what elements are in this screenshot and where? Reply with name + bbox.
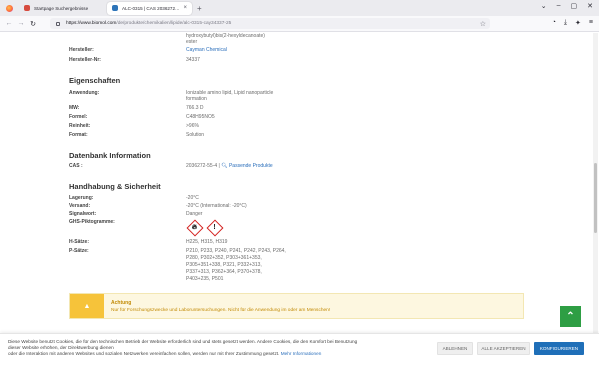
decline-cookies-button[interactable]: ABLEHNEN (437, 342, 473, 355)
shipping-value: -20°C (International: -20°C) (186, 203, 247, 209)
cookie-text-line2: dieser Website erhöhen, der Direktwerbun… (8, 345, 114, 351)
scroll-to-top-button[interactable]: ⌃ (560, 306, 581, 327)
database-heading: Datenbank Information (69, 151, 151, 160)
download-icon[interactable]: ⤓ (564, 19, 567, 27)
minimize-icon[interactable]: – (557, 2, 561, 10)
manufacturer-label: Hersteller: (69, 47, 94, 53)
url-bar[interactable]: https://www.biomol.com/de/produkte/chemi… (50, 18, 490, 29)
new-tab-icon[interactable]: + (197, 4, 202, 13)
back-icon[interactable]: ← (3, 20, 15, 27)
lock-icon (56, 21, 60, 26)
mw-label: MW: (69, 105, 80, 111)
url-host: https://www.biomol.com (66, 21, 117, 26)
search-icon: 🔍︎ (221, 163, 228, 169)
accept-all-cookies-button[interactable]: ALLE AKZEPTIEREN (477, 342, 530, 355)
warning-icon: ▲ (70, 294, 104, 318)
configure-cookies-button[interactable]: KONFIGURIEREN (534, 342, 584, 355)
research-warning-box: ▲ Achtung Nur für Forschungszwecke und L… (69, 293, 524, 319)
app-menu-icon[interactable]: ≡ (589, 19, 593, 27)
tab-biomol[interactable]: ALC-0315 | CAS 2036272-55-4 | ... × (107, 1, 192, 15)
close-tab-icon[interactable]: × (183, 5, 187, 11)
page-scrollbar[interactable] (593, 33, 598, 333)
cas-number: 2036272-55-4 | (186, 163, 220, 169)
storage-value: -20°C (186, 195, 199, 201)
maximize-icon[interactable]: ▢ (571, 2, 578, 10)
shipping-label: Versand: (69, 203, 91, 209)
p-statements-label: P-Sätze: (69, 248, 89, 254)
tab-startpage[interactable]: Startpage Suchergebnisse (19, 2, 104, 15)
matching-products-link[interactable]: Passende Produkte (229, 163, 273, 169)
warning-title: Achtung (111, 300, 132, 306)
extensions-icon[interactable]: ✦ (575, 19, 581, 27)
product-name-line2: ester (186, 39, 198, 45)
browser-tabbar: Startpage Suchergebnisse ALC-0315 | CAS … (0, 0, 599, 16)
p-statements-line: P337+313, P362+364, P370+378, (186, 269, 262, 275)
signal-label: Signalwort: (69, 211, 97, 217)
firefox-menu-icon[interactable] (3, 2, 15, 14)
flame-icon: 🔥︎ (186, 219, 203, 236)
handling-heading: Handhabung & Sicherheit (69, 182, 161, 191)
purity-value: >96% (186, 123, 199, 129)
url-path: /de/produkte/chemikalien/lipide/alc-0315… (116, 21, 232, 26)
manufacturer-no-label: Hersteller-Nr: (69, 57, 101, 63)
cookie-banner: Diese Website benutzt Cookies, die für d… (0, 333, 599, 366)
application-label: Anwendung: (69, 90, 100, 96)
bookmark-star-icon[interactable]: ☆ (480, 20, 486, 28)
scrollbar-thumb[interactable] (594, 163, 597, 233)
p-statements-line: P280, P302+352, P303+361+353, (186, 255, 262, 261)
cas-label: CAS : (69, 163, 83, 169)
cookie-text: Diese Website benutzt Cookies, die für d… (8, 339, 428, 358)
close-window-icon[interactable]: ✕ (587, 2, 593, 10)
reload-icon[interactable]: ↻ (27, 20, 39, 28)
ghs-label: GHS-Piktogramme: (69, 219, 115, 225)
p-statements-line: P403+235, P501 (186, 276, 224, 282)
pocket-icon[interactable]: ◔ (552, 19, 556, 27)
cas-value: 2036272-55-4 | 🔍︎ Passende Produkte (186, 163, 273, 169)
exclamation-icon: ! (206, 219, 223, 236)
browser-navbar: ← → ↻ https://www.biomol.com/de/produkte… (0, 16, 599, 32)
startpage-favicon-icon (24, 5, 30, 11)
application-value-line2: formation (186, 96, 207, 102)
mw-value: 766.3 D (186, 105, 204, 111)
format-value: Solution (186, 132, 205, 138)
manufacturer-link[interactable]: Cayman Chemical (186, 47, 326, 53)
formula-label: Formel: (69, 114, 88, 120)
properties-heading: Eigenschaften (69, 76, 121, 85)
biomol-favicon-icon (112, 5, 118, 11)
cookie-text-line3: oder die Interaktion mit anderen Website… (8, 351, 280, 357)
manufacturer-no-value: 34337 (186, 57, 200, 63)
signal-value: Danger (186, 211, 203, 217)
p-statements-line: P210, P233, P240, P241, P242, P243, P264… (186, 248, 286, 254)
purity-label: Reinheit: (69, 123, 91, 129)
p-statements-line: P305+351+338, P321, P332+313, (186, 262, 262, 268)
list-tabs-icon[interactable]: ⌄ (541, 2, 547, 10)
h-statements-label: H-Sätze: (69, 239, 90, 245)
formula-value: C48H95NO5 (186, 114, 215, 120)
warning-message: Nur für Forschungszwecke und Laborunters… (111, 308, 331, 313)
format-label: Format: (69, 132, 88, 138)
tab-title: Startpage Suchergebnisse (34, 5, 89, 11)
h-statements-value: H225, H315, H319 (186, 239, 228, 245)
forward-icon[interactable]: → (15, 20, 27, 27)
more-info-link[interactable]: Mehr Informationen (281, 351, 322, 356)
storage-label: Lagerung: (69, 195, 94, 201)
cookie-text-line1: Diese Website benutzt Cookies, die für d… (8, 339, 358, 344)
tab-title: ALC-0315 | CAS 2036272-55-4 | ... (122, 5, 180, 11)
